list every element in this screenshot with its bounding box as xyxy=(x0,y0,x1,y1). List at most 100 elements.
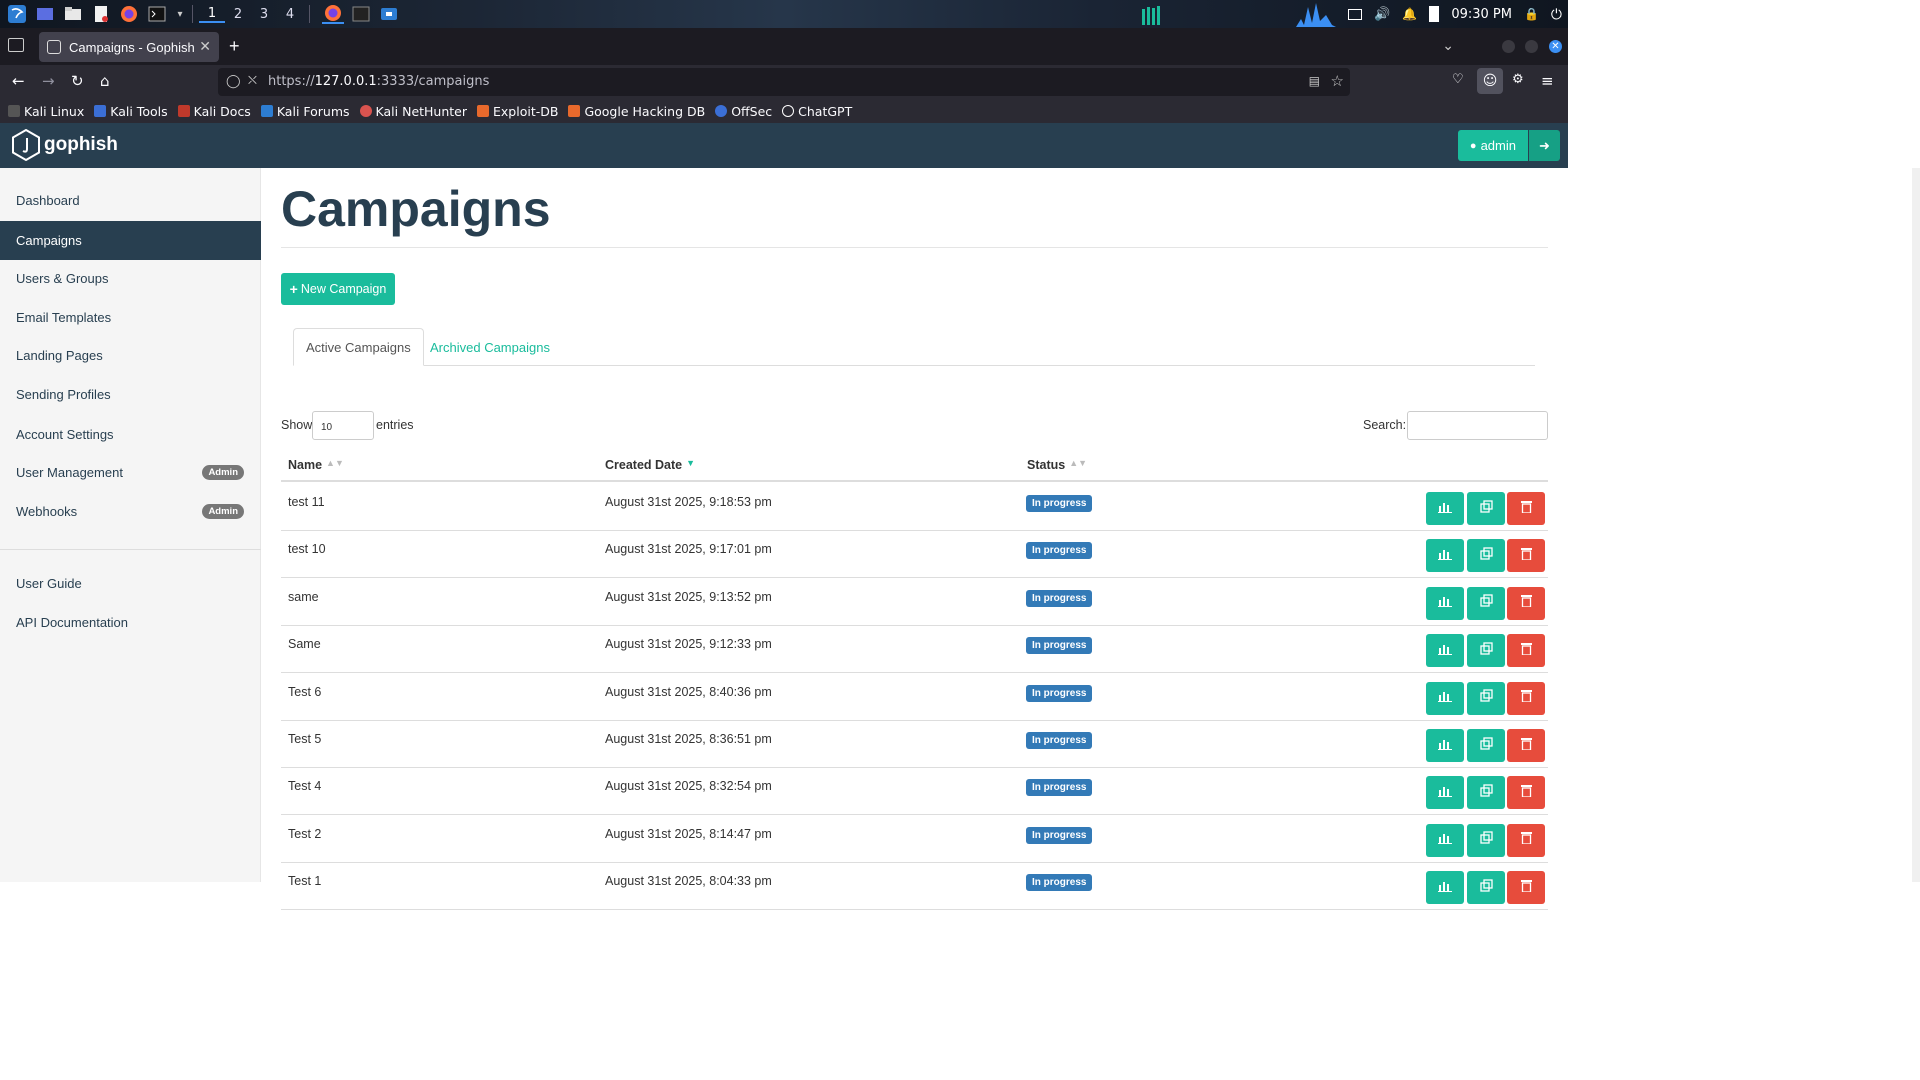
new-campaign-button[interactable]: + New Campaign xyxy=(281,273,395,305)
bookmark-chatgpt[interactable]: ChatGPT xyxy=(782,104,852,119)
campaign-name[interactable]: Test 1 xyxy=(288,874,321,888)
back-icon[interactable]: ← xyxy=(12,72,25,90)
column-created-date[interactable]: Created Date ▼ xyxy=(605,458,695,472)
file-manager-icon[interactable] xyxy=(62,4,84,24)
delete-campaign-button[interactable] xyxy=(1507,776,1545,810)
bookmark-kali-tools[interactable]: Kali Tools xyxy=(94,104,168,119)
workspace-1[interactable]: 1 xyxy=(199,6,225,23)
logout-button[interactable]: ➜ xyxy=(1529,130,1560,161)
bookmark-kali-nethunter[interactable]: Kali NetHunter xyxy=(359,104,467,119)
close-window-icon[interactable]: ✕ xyxy=(1549,40,1562,53)
bookmark-offsec[interactable]: OffSec xyxy=(715,104,772,119)
pocket-icon[interactable]: ♡ xyxy=(1452,72,1464,87)
shield-icon[interactable]: ◯ xyxy=(226,73,241,89)
terminal-window-icon[interactable] xyxy=(350,4,372,24)
column-status[interactable]: Status ▲▼ xyxy=(1027,458,1087,472)
notifications-icon[interactable]: 🔔 xyxy=(1402,7,1417,21)
delete-campaign-button[interactable] xyxy=(1507,871,1545,905)
view-results-button[interactable] xyxy=(1426,871,1464,905)
copy-campaign-button[interactable] xyxy=(1467,586,1505,620)
sidebar-item-email-templates[interactable]: Email Templates xyxy=(0,298,261,337)
url-bar[interactable]: ◯ ⛌ https://127.0.0.1:3333/campaigns ▤ ☆ xyxy=(218,68,1350,96)
sidebar-item-account-settings[interactable]: Account Settings xyxy=(0,415,261,454)
campaign-name[interactable]: Same xyxy=(288,637,321,651)
tab-list-icon[interactable] xyxy=(8,38,24,52)
terminal-icon[interactable] xyxy=(146,4,168,24)
account-icon[interactable]: ☺ xyxy=(1477,68,1503,94)
reader-view-icon[interactable]: ▤ xyxy=(1309,74,1320,88)
delete-campaign-button[interactable] xyxy=(1507,492,1545,525)
view-results-button[interactable] xyxy=(1426,586,1464,620)
entries-select[interactable]: 10 xyxy=(312,411,374,440)
reload-icon[interactable]: ↻ xyxy=(71,72,84,90)
clock[interactable]: 09:30 PM xyxy=(1451,7,1512,22)
sidebar-item-sending-profiles[interactable]: Sending Profiles xyxy=(0,375,261,414)
maximize-icon[interactable] xyxy=(1525,40,1538,53)
view-results-button[interactable] xyxy=(1426,729,1464,762)
view-results-button[interactable] xyxy=(1426,823,1464,857)
delete-campaign-button[interactable] xyxy=(1507,586,1545,620)
workspace-2[interactable]: 2 xyxy=(225,7,251,22)
copy-campaign-button[interactable] xyxy=(1467,539,1505,573)
sidebar-item-api-documentation[interactable]: API Documentation xyxy=(0,603,261,642)
delete-campaign-button[interactable] xyxy=(1507,539,1545,573)
close-tab-icon[interactable]: ✕ xyxy=(199,38,211,55)
bookmark-exploit-db[interactable]: Exploit-DB xyxy=(477,104,558,119)
page-scrollbar[interactable] xyxy=(1912,168,1920,882)
menu-icon[interactable]: ≡ xyxy=(1541,72,1554,90)
copy-campaign-button[interactable] xyxy=(1467,776,1505,810)
campaign-name[interactable]: Test 6 xyxy=(288,685,321,699)
browser-tab[interactable]: Campaigns - Gophish ✕ xyxy=(39,32,219,62)
sidebar-item-user-guide[interactable]: User Guide xyxy=(0,564,261,603)
power-icon[interactable]: ⏻ xyxy=(1551,6,1562,23)
copy-campaign-button[interactable] xyxy=(1467,634,1505,668)
bookmark-kali-docs[interactable]: Kali Docs xyxy=(177,104,251,119)
view-results-button[interactable] xyxy=(1426,634,1464,668)
sidebar-item-user-management[interactable]: User Management Admin xyxy=(0,453,261,492)
lock-icon[interactable]: 🔒 xyxy=(1524,7,1539,21)
app-window-icon[interactable] xyxy=(378,4,400,24)
campaign-name[interactable]: test 10 xyxy=(288,542,326,556)
sidebar-item-webhooks[interactable]: Webhooks Admin xyxy=(0,492,261,531)
text-editor-icon[interactable] xyxy=(90,4,112,24)
campaign-name[interactable]: same xyxy=(288,590,319,604)
delete-campaign-button[interactable] xyxy=(1507,729,1545,762)
bookmark-kali-linux[interactable]: Kali Linux xyxy=(8,104,84,119)
workspace-4[interactable]: 4 xyxy=(277,7,303,22)
workspace-3[interactable]: 3 xyxy=(251,7,277,22)
copy-campaign-button[interactable] xyxy=(1467,871,1505,905)
campaign-name[interactable]: Test 5 xyxy=(288,732,321,746)
chevron-down-icon[interactable]: ▾ xyxy=(174,4,186,24)
home-icon[interactable]: ⌂ xyxy=(100,72,110,90)
minimize-icon[interactable] xyxy=(1502,40,1515,53)
view-results-button[interactable] xyxy=(1426,539,1464,573)
sidebar-item-dashboard[interactable]: Dashboard xyxy=(0,181,261,220)
display-icon[interactable] xyxy=(1348,8,1363,20)
campaign-name[interactable]: Test 2 xyxy=(288,827,321,841)
lock-icon[interactable]: ⛌ xyxy=(248,73,257,88)
bookmark-star-icon[interactable]: ☆ xyxy=(1331,72,1344,90)
campaign-name[interactable]: test 11 xyxy=(288,495,325,509)
firefox-window-icon[interactable] xyxy=(322,4,344,24)
firefox-icon[interactable] xyxy=(118,4,140,24)
sidebar-item-users-groups[interactable]: Users & Groups xyxy=(0,259,261,298)
copy-campaign-button[interactable] xyxy=(1467,729,1505,762)
bookmark-google-hacking-db[interactable]: Google Hacking DB xyxy=(568,104,705,119)
volume-icon[interactable]: 🔊 xyxy=(1374,6,1390,22)
forward-icon[interactable]: → xyxy=(42,72,55,90)
campaign-name[interactable]: Test 4 xyxy=(288,779,321,793)
new-tab-icon[interactable]: + xyxy=(229,36,240,57)
copy-campaign-button[interactable] xyxy=(1467,823,1505,857)
view-results-button[interactable] xyxy=(1426,776,1464,810)
bookmark-kali-forums[interactable]: Kali Forums xyxy=(260,104,350,119)
tab-archived-campaigns[interactable]: Archived Campaigns xyxy=(418,328,562,366)
view-results-button[interactable] xyxy=(1426,681,1464,715)
search-input[interactable] xyxy=(1407,411,1548,440)
gophish-logo[interactable]: gophish xyxy=(12,129,118,161)
sidebar-item-campaigns[interactable]: Campaigns xyxy=(0,221,261,260)
show-desktop-icon[interactable] xyxy=(34,4,56,24)
delete-campaign-button[interactable] xyxy=(1507,634,1545,668)
copy-campaign-button[interactable] xyxy=(1467,492,1505,525)
delete-campaign-button[interactable] xyxy=(1507,681,1545,715)
column-name[interactable]: Name ▲▼ xyxy=(288,458,344,472)
